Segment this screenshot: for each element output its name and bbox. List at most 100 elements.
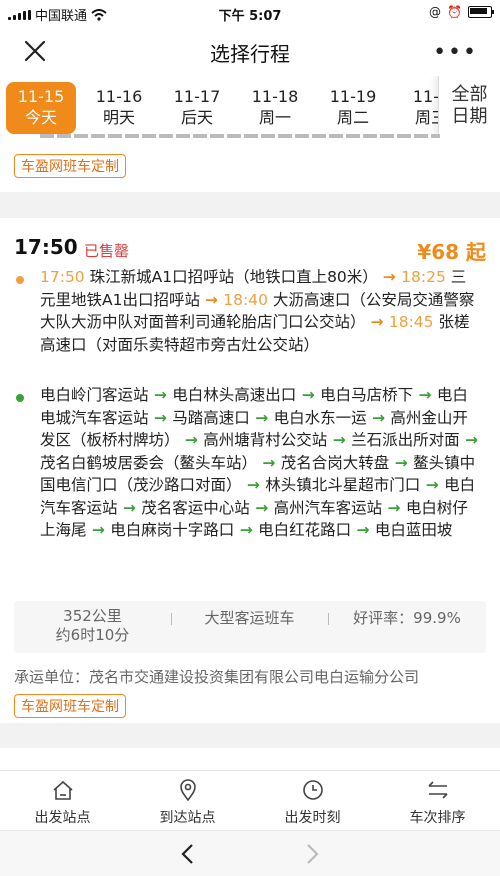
arrow-right-icon: → bbox=[413, 386, 437, 404]
rating: 好评率：99.9% bbox=[353, 609, 461, 627]
status-right: @ ⏰ bbox=[429, 5, 494, 19]
date-label: 11-19 bbox=[329, 87, 377, 106]
day-label: 后天 bbox=[180, 108, 213, 127]
arrow-right-icon: → bbox=[234, 521, 259, 539]
day-label: 周二 bbox=[336, 108, 369, 127]
arrow-right-icon: → bbox=[148, 408, 173, 427]
arrow-right-icon: → bbox=[296, 386, 321, 404]
more-icon[interactable]: ••• bbox=[433, 40, 478, 65]
arrow-right-icon: → bbox=[327, 431, 352, 449]
bus-type: 大型客运班车 bbox=[204, 609, 295, 627]
alighting-station: 电白麻岗十字路口 bbox=[110, 521, 235, 539]
alighting-dot-icon bbox=[16, 394, 24, 402]
alighting-station: 高州塘背村公交站 bbox=[203, 431, 328, 449]
date-tab-today[interactable]: 11-15 今天 bbox=[6, 82, 76, 134]
arrow-right-icon: → bbox=[241, 476, 266, 494]
arrow-right-icon: → bbox=[204, 290, 224, 309]
station-time: 17:50 bbox=[40, 268, 85, 286]
station-time: 18:25 bbox=[401, 268, 446, 286]
clipped-route-text bbox=[40, 130, 440, 138]
alighting-station: 电白水东一运 bbox=[273, 408, 367, 427]
arrow-right-icon: → bbox=[179, 431, 204, 449]
trip-card[interactable]: 17:50 已售罄 ¥68 起 17:50 珠江新城A1口招呼站（地铁口直上80… bbox=[0, 218, 500, 723]
alighting-station: 电白蓝田坡 bbox=[374, 521, 453, 539]
tab-sort[interactable]: 车次排序 bbox=[375, 771, 500, 831]
all-dates-line2: 日期 bbox=[451, 106, 488, 127]
alighting-station: 茂名客运中心站 bbox=[141, 498, 250, 517]
sold-out-badge: 已售罄 bbox=[84, 242, 130, 260]
arrow-right-icon: → bbox=[148, 386, 173, 404]
tab-label: 到达站点 bbox=[159, 810, 216, 826]
arrow-right-icon: → bbox=[249, 498, 274, 517]
arrow-right-icon: → bbox=[117, 498, 142, 517]
nav-bar: 选择行程 ••• bbox=[0, 26, 500, 76]
tab-label: 出发时刻 bbox=[284, 810, 341, 826]
location-pin-icon bbox=[179, 779, 196, 802]
date-tab[interactable]: 11-18 周一 bbox=[236, 76, 314, 136]
orientation-lock-icon: @ bbox=[429, 5, 442, 19]
carrier-info: 承运单位：茂名市交通建设投资集团有限公司电白运输分公司 bbox=[14, 668, 420, 686]
date-tab[interactable]: 11-17 后天 bbox=[158, 76, 236, 136]
arrow-right-icon: → bbox=[86, 521, 111, 539]
alarm-icon: ⏰ bbox=[447, 5, 462, 19]
alighting-station: 电白林头高速出口 bbox=[172, 386, 297, 404]
day-label: 周一 bbox=[258, 108, 291, 127]
forward-arrow-icon[interactable] bbox=[304, 843, 320, 865]
trip-card[interactable] bbox=[0, 748, 500, 770]
alighting-station: 茂名合岗大转盘 bbox=[280, 453, 390, 472]
swap-icon bbox=[427, 781, 448, 799]
alighting-station: 茂名白鹤坡居委会（鳌头车站） bbox=[40, 453, 258, 472]
alighting-station: 高州汽车客运站 bbox=[273, 498, 383, 517]
alighting-station: 兰石派出所对面 bbox=[351, 431, 460, 449]
tab-label: 出发站点 bbox=[34, 810, 91, 826]
date-list: 11-15 今天 11-16 明天 11-17 后天 11-18 周一 11-19 周二 … bbox=[0, 76, 470, 136]
day-label: 今天 bbox=[24, 108, 57, 127]
date-selector: 11-15 今天 11-16 明天 11-17 后天 11-18 周一 11-19 周二 … bbox=[0, 76, 500, 136]
boarding-stations: 17:50 珠江新城A1口招呼站（地铁口直上80米） → 18:25 三元里地铁… bbox=[40, 266, 480, 356]
alighting-station: 电白红花路口 bbox=[258, 521, 352, 539]
tab-departure-time[interactable]: 出发时刻 bbox=[250, 771, 375, 831]
alighting-station: 电白马店桥下 bbox=[320, 386, 414, 404]
boarding-dot-icon bbox=[16, 276, 24, 284]
boarding-station: 珠江新城A1口招呼站（地铁口直上80米） bbox=[89, 268, 378, 286]
alighting-station: 林头镇北斗星超市门口 bbox=[265, 476, 421, 494]
day-label: 明天 bbox=[102, 108, 135, 127]
arrow-right-icon: → bbox=[389, 453, 414, 472]
tab-arrival-station[interactable]: 到达站点 bbox=[125, 771, 250, 831]
station-time: 18:40 bbox=[223, 290, 268, 309]
all-dates-button[interactable]: 全部 日期 bbox=[438, 76, 500, 136]
date-label: 11-15 bbox=[17, 87, 65, 106]
trip-info-bar: 352公里 约6时10分 大型客运班车 好评率：99.9% bbox=[14, 601, 486, 653]
arrow-right-icon: → bbox=[459, 431, 478, 449]
arrow-right-icon: → bbox=[257, 453, 281, 472]
date-label: 11-17 bbox=[173, 87, 221, 106]
distance: 352公里 bbox=[63, 607, 122, 625]
battery-icon bbox=[468, 6, 494, 18]
back-arrow-icon[interactable] bbox=[180, 843, 196, 865]
clock-icon bbox=[302, 780, 323, 800]
page-title: 选择行程 bbox=[210, 42, 290, 66]
arrow-right-icon: → bbox=[382, 268, 402, 286]
arrow-right-icon: → bbox=[249, 408, 274, 427]
arrow-right-icon: → bbox=[420, 476, 445, 494]
arrow-right-icon: → bbox=[382, 498, 406, 517]
arrow-right-icon: → bbox=[370, 313, 389, 331]
all-dates-line1: 全部 bbox=[451, 84, 488, 105]
home-icon bbox=[52, 780, 73, 800]
date-label: 11-16 bbox=[95, 87, 143, 106]
date-label: 11-18 bbox=[251, 87, 299, 106]
duration: 约6时10分 bbox=[55, 626, 130, 644]
alighting-station: 马踏高速口 bbox=[172, 408, 250, 427]
date-tab[interactable]: 11-19 周二 bbox=[314, 76, 392, 136]
filter-tab-bar: 出发站点 到达站点 出发时刻 车次排序 bbox=[0, 770, 500, 831]
arrow-right-icon: → bbox=[366, 408, 391, 427]
date-tab[interactable]: 11-16 明天 bbox=[80, 76, 158, 136]
departure-time: 17:50 bbox=[14, 235, 78, 259]
tab-departure-station[interactable]: 出发站点 bbox=[0, 771, 125, 831]
station-time: 18:45 bbox=[388, 313, 434, 331]
distance-duration: 352公里 约6时10分 bbox=[14, 607, 171, 645]
trip-card[interactable]: 车盈网班车定制 bbox=[0, 134, 500, 192]
custom-bus-tag: 车盈网班车定制 bbox=[14, 154, 126, 178]
alighting-station: 电白岭门客运站 bbox=[40, 386, 149, 404]
price: ¥68 起 bbox=[417, 240, 486, 264]
